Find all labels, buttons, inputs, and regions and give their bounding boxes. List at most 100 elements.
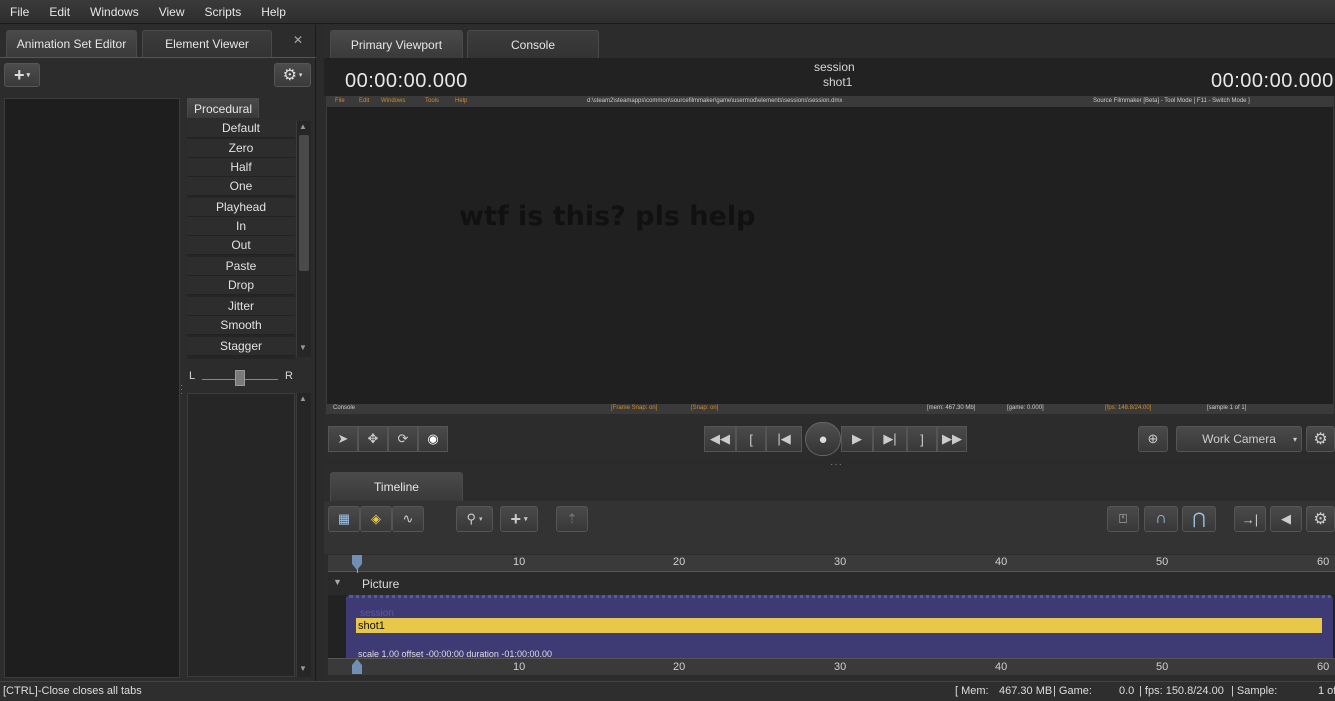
gear-icon: ⚙ — [1313, 431, 1328, 448]
snap-button[interactable]: ∩ — [1144, 506, 1178, 532]
fast-forward-button[interactable]: ▶▶ — [937, 426, 967, 452]
session-clip[interactable]: session shot1 scale 1.00 offset -00:00:0… — [346, 595, 1333, 658]
detail-scrollbar[interactable]: ▲ ▼ — [296, 393, 311, 677]
preset-out[interactable]: Out — [187, 236, 295, 255]
lock-view-button[interactable]: ⍞ — [1107, 506, 1139, 532]
menu-windows[interactable]: Windows — [80, 5, 149, 19]
splitter-handle[interactable]: · · · — [180, 381, 183, 398]
next-frame-button[interactable]: ▶| — [873, 426, 907, 452]
add-button[interactable]: + ▾ — [4, 63, 40, 87]
graph-icon: ∿ — [402, 511, 414, 526]
menu-file[interactable]: File — [0, 5, 39, 19]
preset-one[interactable]: One — [187, 177, 295, 196]
camera-target-button[interactable]: ⊕ — [1138, 426, 1168, 452]
insert-marker-button[interactable]: ⚲ ▾ — [456, 506, 493, 532]
scroll-down-arrow[interactable]: ▼ — [299, 664, 307, 673]
balance-slider[interactable] — [202, 370, 278, 387]
shot-clip[interactable]: shot1 — [356, 618, 1322, 633]
rotate-tool-button[interactable]: ⟳ — [388, 426, 418, 452]
chevron-down-icon: ▾ — [479, 516, 483, 523]
select-tool-button[interactable]: ➤ — [328, 426, 358, 452]
time-ruler-bottom[interactable]: 10 20 30 40 50 60 — [328, 658, 1335, 675]
shot-name: shot1 — [823, 75, 853, 89]
preset-zero[interactable]: Zero — [187, 139, 295, 158]
mute-button[interactable]: ◀ — [1270, 506, 1302, 532]
time-ruler-top[interactable]: 10 20 30 40 50 60 — [328, 555, 1335, 572]
status-sample-value: 1 of — [1318, 685, 1335, 697]
scroll-up-arrow[interactable]: ▲ — [299, 122, 307, 131]
procedural-detail-list[interactable] — [187, 393, 295, 677]
prev-frame-button[interactable]: |◀ — [766, 426, 802, 452]
camera-select[interactable]: Work Camera ▾ — [1176, 426, 1302, 452]
collapse-triangle-icon[interactable]: ▼ — [333, 577, 342, 587]
inner-menu-windows: Windows — [381, 98, 406, 104]
camera-label: Work Camera — [1202, 432, 1276, 446]
menu-edit[interactable]: Edit — [39, 5, 80, 19]
viewport-render[interactable]: File Edit Windows Tools Help d:\steam2\s… — [326, 96, 1334, 414]
ruler-tick-label: 10 — [513, 661, 526, 673]
tab-console[interactable]: Console — [467, 30, 599, 58]
up-level-button[interactable]: ⇡ — [556, 506, 588, 532]
inner-mem: [mem: 467.30 Mb] — [927, 405, 976, 411]
status-sample-label: | Sample: — [1231, 685, 1278, 697]
snap-frame-button[interactable]: ⋂ — [1182, 506, 1216, 532]
rewind-button[interactable]: ◀◀ — [704, 426, 736, 452]
preset-in[interactable]: In — [187, 217, 295, 236]
preset-paste[interactable]: Paste — [187, 257, 295, 276]
tab-element-viewer[interactable]: Element Viewer — [142, 30, 272, 57]
crosshair-icon: ⊕ — [1147, 431, 1159, 446]
ruler-tick-label: 60 — [1317, 661, 1330, 673]
clip-editor-button[interactable]: ▦ — [328, 506, 360, 532]
ruler-tick-label: 50 — [1156, 556, 1169, 568]
record-button[interactable]: ● — [805, 422, 841, 456]
gear-icon: ⚙ — [1313, 511, 1328, 528]
preset-default[interactable]: Default — [187, 119, 295, 138]
menu-view[interactable]: View — [149, 5, 195, 19]
tab-animation-set-editor[interactable]: Animation Set Editor — [6, 30, 137, 57]
ruler-tick-label: 40 — [995, 661, 1008, 673]
slider-right-label: R — [285, 370, 293, 382]
slider-handle[interactable] — [235, 370, 245, 386]
shot-clip-info: scale 1.00 offset -00:00:00 duration -01… — [358, 649, 552, 658]
preset-half[interactable]: Half — [187, 158, 295, 177]
viewport-settings-button[interactable]: ⚙ — [1306, 426, 1335, 452]
mark-in-button[interactable]: [ — [736, 426, 766, 452]
timeline-settings-button[interactable]: ⚙ — [1306, 506, 1335, 532]
inner-menu-help: Help — [455, 98, 468, 104]
preset-jitter[interactable]: Jitter — [187, 297, 295, 316]
inner-sample: [sample 1 of 1] — [1207, 405, 1247, 411]
scroll-down-arrow[interactable]: ▼ — [299, 343, 307, 352]
ruler-tick-label: 10 — [513, 556, 526, 568]
graph-editor-button[interactable]: ∿ — [392, 506, 424, 532]
ruler-tick-label: 60 — [1317, 556, 1330, 568]
preset-smooth[interactable]: Smooth — [187, 316, 295, 335]
preset-drop[interactable]: Drop — [187, 276, 295, 295]
menu-scripts[interactable]: Scripts — [195, 5, 252, 19]
play-button[interactable]: ▶ — [841, 426, 873, 452]
settings-button[interactable]: ⚙ ▾ — [274, 63, 311, 87]
status-hint: [CTRL]-Close closes all tabs — [3, 685, 142, 697]
add-clip-button[interactable]: + ▾ — [500, 506, 538, 532]
chevron-down-icon: ▾ — [524, 516, 528, 523]
animation-set-list[interactable] — [4, 98, 180, 678]
mark-out-button[interactable]: ] — [907, 426, 937, 452]
status-mem-value: 467.30 MB — [999, 685, 1053, 697]
menu-help[interactable]: Help — [251, 5, 296, 19]
procedural-scrollbar[interactable]: ▲ ▼ — [296, 121, 311, 357]
jump-end-button[interactable]: →| — [1234, 506, 1266, 532]
scroll-up-arrow[interactable]: ▲ — [299, 394, 307, 403]
preset-stagger[interactable]: Stagger — [187, 337, 295, 356]
skip-forward-icon: ▶| — [883, 431, 897, 446]
move-tool-button[interactable]: ✥ — [358, 426, 388, 452]
orbit-tool-button[interactable]: ◉ — [418, 426, 448, 452]
motion-editor-button[interactable]: ◈ — [360, 506, 392, 532]
tab-procedural[interactable]: Procedural — [187, 98, 259, 118]
tab-underline — [0, 57, 316, 58]
tab-primary-viewport[interactable]: Primary Viewport — [330, 30, 463, 58]
preset-playhead[interactable]: Playhead — [187, 198, 295, 217]
tab-timeline[interactable]: Timeline — [330, 472, 463, 501]
speaker-icon: ◀ — [1281, 511, 1291, 526]
scroll-thumb[interactable] — [299, 135, 309, 271]
close-icon[interactable]: ✕ — [293, 33, 303, 47]
slider-left-label: L — [189, 370, 196, 382]
